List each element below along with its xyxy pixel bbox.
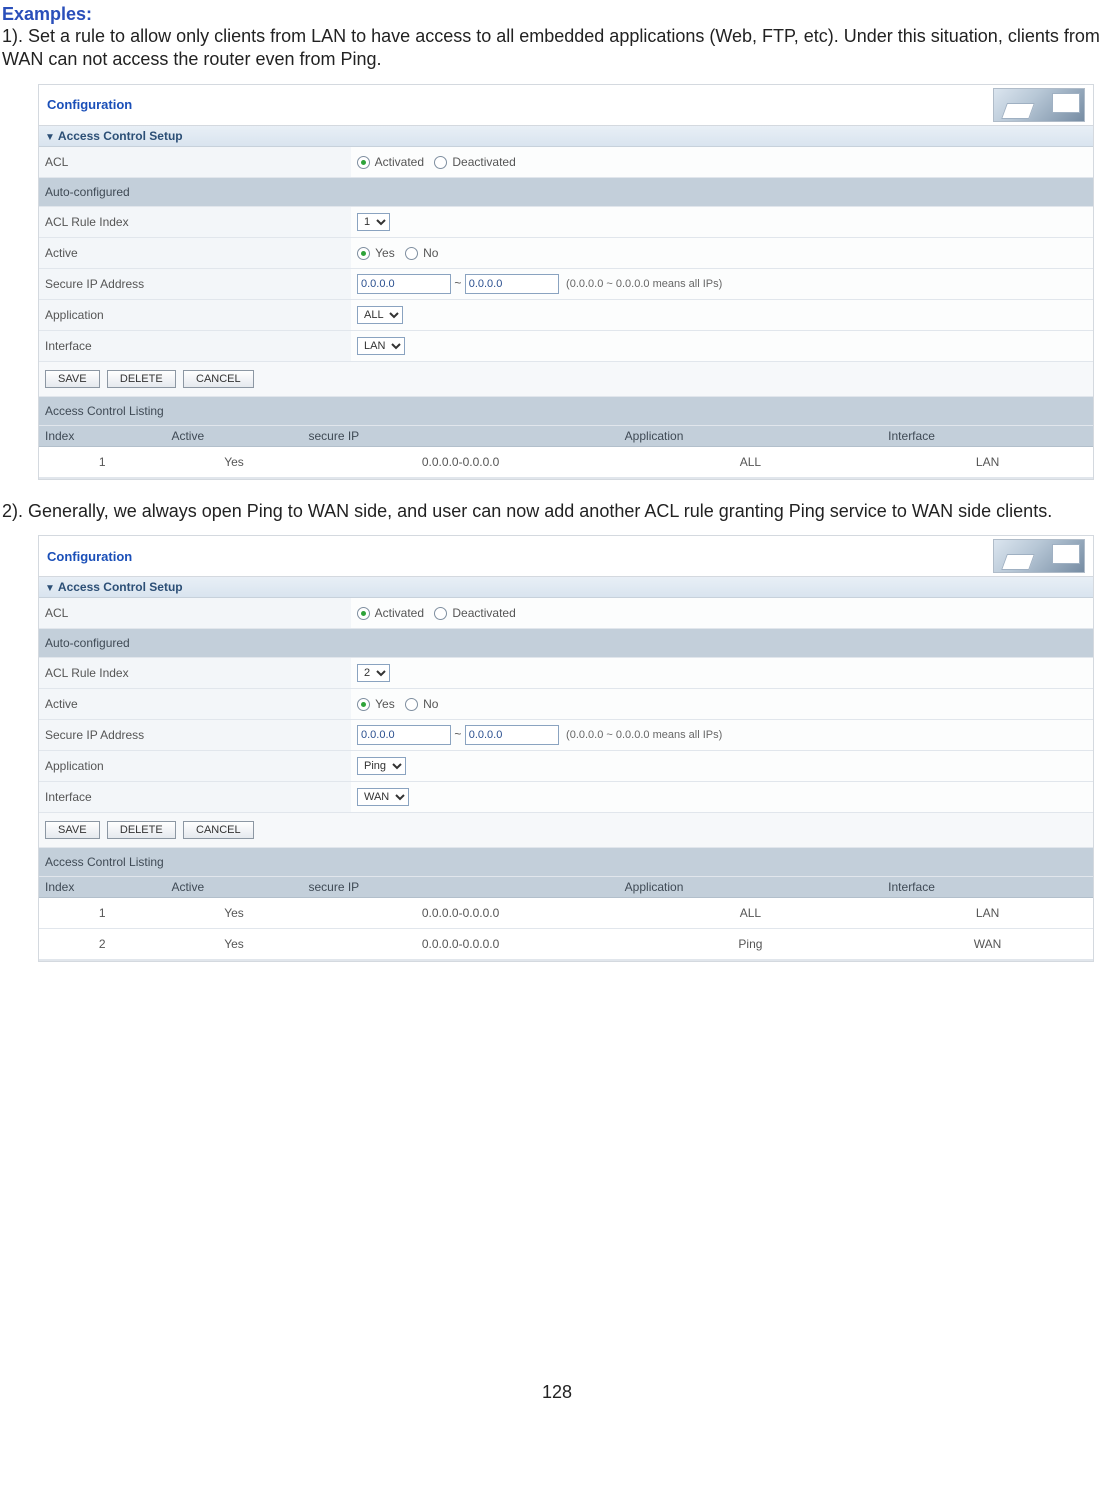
example-1-text: 1). Set a rule to allow only clients fro… — [0, 25, 1114, 84]
acl-value: Activated Deactivated — [351, 147, 1093, 178]
example-2-text: 2). Generally, we always open Ping to WA… — [0, 500, 1114, 535]
rule-index-label: ACL Rule Index — [39, 206, 351, 237]
cancel-button[interactable]: CANCEL — [183, 370, 254, 388]
delete-button[interactable]: DELETE — [107, 370, 176, 388]
col-secure-ip: secure IP — [302, 426, 618, 447]
col-interface: Interface — [882, 426, 1093, 447]
ip-to-input[interactable] — [465, 725, 559, 745]
col-index: Index — [39, 877, 165, 898]
col-index: Index — [39, 426, 165, 447]
header-illustration — [993, 539, 1085, 573]
activated-label: Activated — [375, 155, 424, 169]
active-yes-radio[interactable] — [357, 247, 370, 260]
acl-deactivated-radio[interactable] — [434, 156, 447, 169]
delete-button[interactable]: DELETE — [107, 821, 176, 839]
panel-title: Configuration — [47, 97, 132, 112]
ip-to-input[interactable] — [465, 274, 559, 294]
col-active: Active — [165, 426, 302, 447]
col-interface: Interface — [882, 877, 1093, 898]
deactivated-label: Deactivated — [452, 155, 515, 169]
ip-from-input[interactable] — [357, 725, 451, 745]
ip-from-input[interactable] — [357, 274, 451, 294]
secure-ip-label: Secure IP Address — [39, 268, 351, 299]
interface-label: Interface — [39, 782, 351, 813]
section-title: Access Control Setup — [58, 129, 183, 143]
page-number: 128 — [0, 1382, 1114, 1403]
auto-configured-bar: Auto-configured — [39, 177, 1093, 206]
active-yes-radio[interactable] — [357, 698, 370, 711]
section-title: Access Control Setup — [58, 580, 183, 594]
rule-index-select[interactable]: 1 — [357, 213, 390, 231]
acl-deactivated-radio[interactable] — [434, 607, 447, 620]
acl-label: ACL — [39, 147, 351, 178]
yes-label: Yes — [375, 697, 395, 711]
col-application: Application — [619, 877, 883, 898]
activated-label: Activated — [375, 606, 424, 620]
active-label: Active — [39, 237, 351, 268]
config-panel-1: Configuration ▼Access Control Setup ACL … — [38, 84, 1094, 480]
panel-header: Configuration — [39, 85, 1093, 126]
col-secure-ip: secure IP — [302, 877, 618, 898]
deactivated-label: Deactivated — [452, 606, 515, 620]
application-select[interactable]: ALL — [357, 306, 403, 324]
rule-index-select[interactable]: 2 — [357, 664, 390, 682]
acl-activated-radio[interactable] — [357, 607, 370, 620]
table-row: 1 Yes 0.0.0.0-0.0.0.0 ALL LAN — [39, 898, 1093, 929]
section-caret-icon: ▼ — [45, 583, 55, 594]
save-button[interactable]: SAVE — [45, 370, 100, 388]
interface-label: Interface — [39, 330, 351, 361]
no-label: No — [423, 246, 438, 260]
rule-index-label: ACL Rule Index — [39, 658, 351, 689]
acl-label: ACL — [39, 598, 351, 629]
save-button[interactable]: SAVE — [45, 821, 100, 839]
application-select[interactable]: Ping — [357, 757, 406, 775]
interface-select[interactable]: LAN — [357, 337, 405, 355]
col-active: Active — [165, 877, 302, 898]
config-panel-2: Configuration ▼Access Control Setup ACL … — [38, 535, 1094, 962]
table-row: 2 Yes 0.0.0.0-0.0.0.0 Ping WAN — [39, 929, 1093, 960]
examples-heading: Examples: — [0, 0, 1114, 25]
active-no-radio[interactable] — [405, 698, 418, 711]
active-no-radio[interactable] — [405, 247, 418, 260]
listing-title: Access Control Listing — [39, 848, 1093, 877]
listing-table-2: Index Active secure IP Application Inter… — [39, 877, 1093, 960]
acl-activated-radio[interactable] — [357, 156, 370, 169]
auto-configured-bar: Auto-configured — [39, 629, 1093, 658]
panel-header: Configuration — [39, 536, 1093, 577]
table-row: 1 Yes 0.0.0.0-0.0.0.0 ALL LAN — [39, 446, 1093, 477]
interface-select[interactable]: WAN — [357, 788, 409, 806]
cancel-button[interactable]: CANCEL — [183, 821, 254, 839]
yes-label: Yes — [375, 246, 395, 260]
listing-table-1: Index Active secure IP Application Inter… — [39, 426, 1093, 478]
application-label: Application — [39, 751, 351, 782]
ip-tilde: ~ — [454, 727, 461, 741]
col-application: Application — [619, 426, 883, 447]
no-label: No — [423, 697, 438, 711]
access-control-setup-bar: ▼Access Control Setup — [39, 577, 1093, 598]
ip-hint: (0.0.0.0 ~ 0.0.0.0 means all IPs) — [566, 729, 722, 741]
access-control-setup-bar: ▼Access Control Setup — [39, 126, 1093, 147]
secure-ip-label: Secure IP Address — [39, 720, 351, 751]
ip-tilde: ~ — [454, 276, 461, 290]
ip-hint: (0.0.0.0 ~ 0.0.0.0 means all IPs) — [566, 278, 722, 290]
active-label: Active — [39, 689, 351, 720]
listing-title: Access Control Listing — [39, 396, 1093, 425]
header-illustration — [993, 88, 1085, 122]
application-label: Application — [39, 299, 351, 330]
panel-title: Configuration — [47, 549, 132, 564]
section-caret-icon: ▼ — [45, 132, 55, 143]
